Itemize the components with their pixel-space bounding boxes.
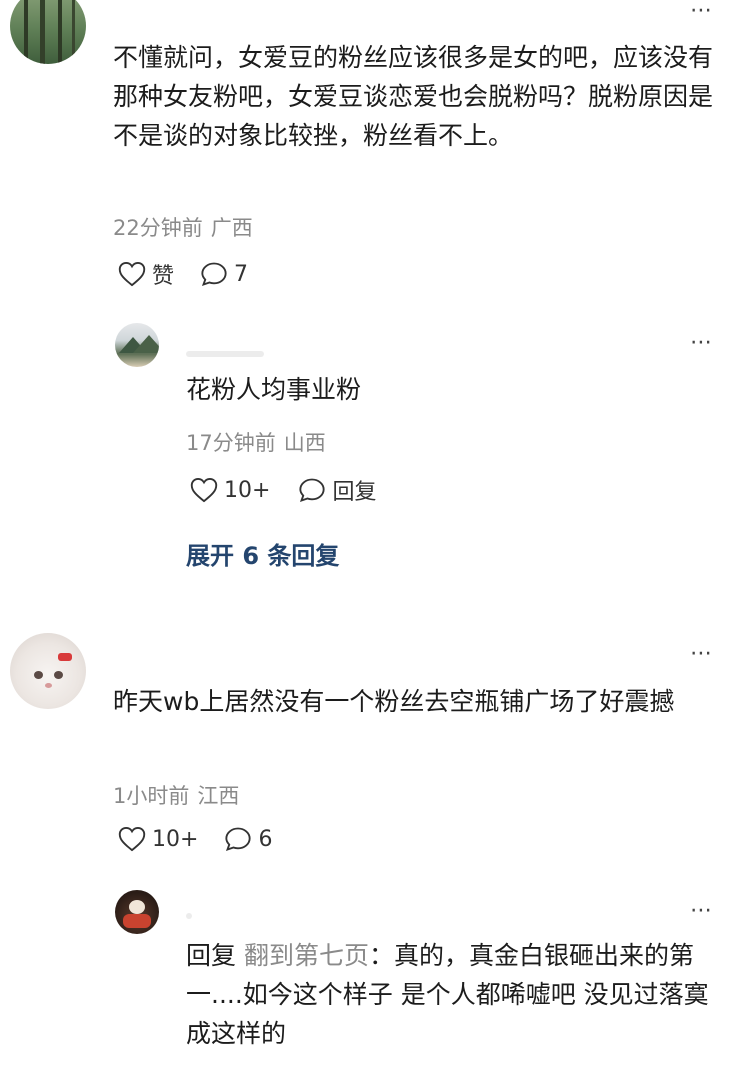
comment-actions: 10+ 6 bbox=[118, 826, 272, 852]
comment-location: 广西 bbox=[210, 216, 253, 240]
comment-button[interactable]: 7 bbox=[200, 261, 248, 287]
like-button[interactable]: 10+ bbox=[190, 477, 270, 503]
tree-trunk bbox=[24, 0, 28, 64]
reply-text: 花粉人均事业粉 bbox=[186, 375, 362, 404]
reply-actions: 10+ 回复 bbox=[190, 474, 376, 506]
speech-bubble-icon bbox=[299, 478, 326, 502]
comment-button[interactable]: 6 bbox=[224, 826, 272, 852]
more-dots-icon[interactable]: ⋯ bbox=[690, 643, 713, 665]
avatar-cat[interactable] bbox=[10, 633, 86, 709]
reply-location: 山西 bbox=[283, 431, 326, 455]
expand-replies-link[interactable]: 展开 6 条回复 bbox=[186, 536, 339, 571]
more-dots-icon[interactable]: ⋯ bbox=[690, 0, 713, 22]
tree-trunk bbox=[40, 0, 45, 64]
comment-text: 昨天wb上居然没有一个粉丝去空瓶铺广场了好震撼 bbox=[113, 687, 675, 716]
more-dots-icon[interactable]: ⋯ bbox=[690, 332, 713, 354]
reply-meta: 17分钟前 山西 bbox=[186, 427, 326, 457]
speech-bubble-icon bbox=[201, 262, 227, 286]
comment-time: 22分钟前 bbox=[113, 216, 203, 240]
like-button[interactable]: 赞 bbox=[118, 258, 174, 290]
like-count: 10+ bbox=[224, 477, 271, 503]
like-label: 赞 bbox=[152, 264, 175, 289]
avatar-cartoon[interactable] bbox=[115, 890, 159, 934]
username-redacted bbox=[186, 913, 192, 919]
speech-bubble-icon bbox=[225, 827, 252, 851]
cat-nose bbox=[45, 683, 52, 688]
comment-location: 江西 bbox=[197, 784, 240, 808]
cat-eye bbox=[54, 671, 63, 679]
comment-count: 7 bbox=[234, 261, 249, 287]
comment-meta: 22分钟前 广西 bbox=[113, 212, 253, 242]
tree-trunk bbox=[72, 0, 75, 64]
figure-body bbox=[123, 914, 151, 928]
bottom-fade bbox=[0, 1060, 754, 1078]
mountain-shape bbox=[133, 335, 159, 353]
reply-text: 回复 翻到第七页：真的，真金白银砸出来的第一....如今这个样子 是个人都唏嘘吧… bbox=[186, 936, 726, 1053]
comment-text: 不懂就问，女爱豆的粉丝应该很多是女的吧，应该没有那种女友粉吧，女爱豆谈恋爱也会脱… bbox=[113, 43, 714, 150]
heart-outline-icon bbox=[190, 477, 218, 503]
cat-eye bbox=[34, 671, 43, 679]
more-dots-icon[interactable]: ⋯ bbox=[690, 900, 713, 922]
reply-target-user[interactable]: 翻到第七页 bbox=[244, 941, 369, 970]
avatar-landscape[interactable] bbox=[115, 323, 159, 367]
username-redacted bbox=[186, 351, 264, 357]
avatar-forest[interactable] bbox=[10, 0, 86, 64]
heart-outline-icon bbox=[118, 826, 146, 852]
comment-time: 1小时前 bbox=[113, 784, 190, 808]
reply-button[interactable]: 回复 bbox=[298, 474, 376, 506]
comment-count: 6 bbox=[258, 826, 273, 852]
like-count: 10+ bbox=[152, 826, 199, 852]
figure-face bbox=[129, 900, 145, 914]
reply-prefix: 回复 bbox=[186, 941, 237, 970]
reply-time: 17分钟前 bbox=[186, 431, 276, 455]
comment-meta: 1小时前 江西 bbox=[113, 780, 239, 810]
tree-trunk bbox=[58, 0, 62, 64]
like-button[interactable]: 10+ bbox=[118, 826, 198, 852]
cat-bow bbox=[58, 653, 72, 661]
heart-outline-icon bbox=[118, 261, 146, 287]
reply-label: 回复 bbox=[332, 480, 377, 505]
comment-actions: 赞 7 bbox=[118, 258, 248, 290]
